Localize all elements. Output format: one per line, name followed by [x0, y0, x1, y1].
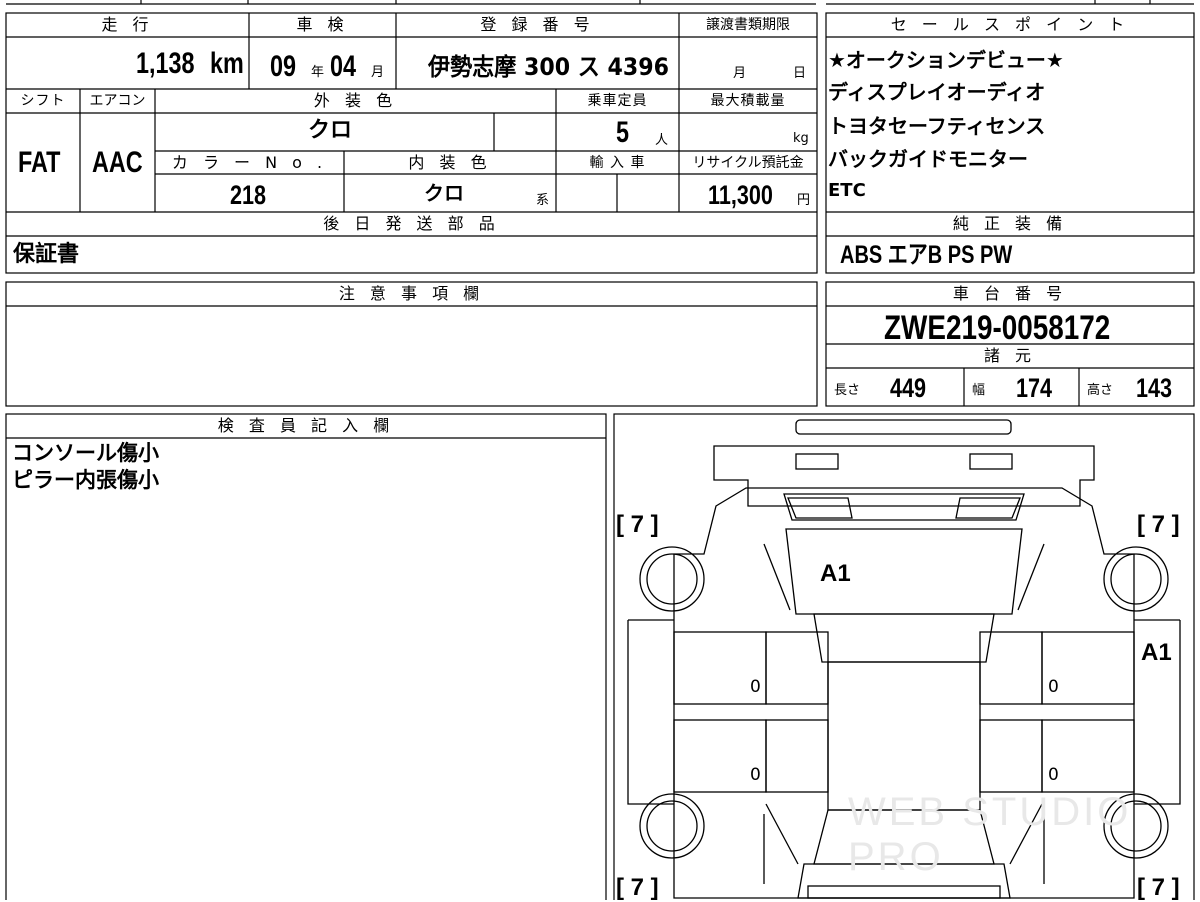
sales-point-5: ETC — [828, 180, 866, 201]
standard-equipment-label: 純 正 装 備 — [952, 214, 1068, 233]
mileage-value: 1,138 — [136, 47, 195, 80]
tire-depth-front-left: [ 7 ] — [616, 511, 659, 538]
interior-color-label: 内 装 色 — [408, 153, 492, 172]
inspection-month: 04 — [330, 50, 357, 83]
max-load-label: 最大積載量 — [710, 93, 786, 109]
watermark: WEB STUDIO PRO — [848, 790, 1132, 879]
deadline-month-unit: 月 — [733, 66, 747, 81]
mileage-label: 走 行 — [101, 15, 154, 34]
door-mark-rear-left: 0 — [750, 765, 761, 785]
sales-point-1: ★オークションデビュー★ — [828, 48, 1064, 72]
length-value: 449 — [890, 373, 927, 403]
inspector-note-2: ピラー内張傷小 — [12, 468, 159, 492]
later-parts-label: 後 日 発 送 部 品 — [323, 214, 500, 233]
aircon-label: エアコン — [89, 93, 146, 109]
recycle-label: リサイクル預託金 — [692, 155, 804, 171]
standard-equipment-value: ABS エアB PS PW — [840, 241, 1013, 269]
width-value: 174 — [1016, 373, 1053, 403]
capacity-value: 5 — [616, 116, 630, 149]
month-unit: 月 — [371, 65, 385, 80]
sales-point-3: トヨタセーフティセンス — [828, 114, 1046, 138]
length-label: 長さ — [834, 383, 861, 398]
inspector-note-1: コンソール傷小 — [12, 441, 159, 465]
height-value: 143 — [1136, 373, 1173, 403]
tire-depth-rear-left: [ 7 ] — [616, 874, 659, 901]
height-label: 高さ — [1087, 383, 1114, 398]
chassis-no-label: 車 台 番 号 — [952, 284, 1068, 303]
shift-value: FAT — [18, 146, 61, 179]
door-mark-rear-right: 0 — [1048, 765, 1059, 785]
width-label: 幅 — [972, 383, 986, 398]
mileage-unit: km — [210, 47, 244, 80]
shift-label: シフト — [20, 93, 66, 109]
capacity-unit: 人 — [655, 133, 669, 148]
door-mark-front-right: 0 — [1048, 677, 1059, 697]
sales-point-4: バックガイドモニター — [828, 147, 1028, 171]
year-unit: 年 — [311, 65, 325, 80]
inspector-notes-label: 検 査 員 記 入 欄 — [217, 416, 395, 435]
sales-point-label: セ ー ル ス ポ イ ン ト — [890, 15, 1130, 34]
capacity-label: 乗車定員 — [587, 93, 648, 109]
auction-sheet: { "labels": { "mileage": "走 行", "inspect… — [0, 0, 1200, 901]
exterior-color-value: クロ — [308, 118, 353, 143]
registration-value: 伊勢志摩 300 ス 4396 — [428, 53, 670, 81]
specs-label: 諸 元 — [983, 346, 1037, 365]
door-mark-front-left: 0 — [750, 677, 761, 697]
import-label: 輸 入 車 — [589, 155, 646, 171]
sales-point-2: ディスプレイオーディオ — [828, 80, 1046, 104]
exterior-color-label: 外 装 色 — [313, 91, 398, 110]
later-parts-value: 保証書 — [13, 242, 80, 267]
recycle-yen-unit: 円 — [797, 193, 811, 208]
inspection-label: 車 検 — [296, 15, 349, 34]
aircon-value: AAC — [92, 146, 143, 179]
interior-suffix: 系 — [536, 193, 550, 208]
recycle-fee-value: 11,300 — [708, 180, 773, 210]
chassis-no-value: ZWE219-0058172 — [884, 309, 1111, 347]
transfer-deadline-label: 譲渡書類期限 — [706, 17, 790, 33]
deadline-day-unit: 日 — [793, 66, 807, 81]
inspection-year: 09 — [270, 50, 297, 83]
interior-color-value: クロ — [424, 181, 464, 205]
damage-mark-windshield: A1 — [820, 560, 851, 587]
registration-label: 登 録 番 号 — [480, 15, 595, 34]
notes-label: 注 意 事 項 欄 — [338, 284, 485, 303]
color-no-label: カ ラ ー N o . — [171, 153, 328, 172]
max-load-unit: kg — [793, 131, 809, 146]
tire-depth-front-right: [ 7 ] — [1137, 511, 1180, 538]
color-no-value: 218 — [230, 180, 267, 210]
damage-mark-right-pillar: A1 — [1141, 639, 1172, 666]
